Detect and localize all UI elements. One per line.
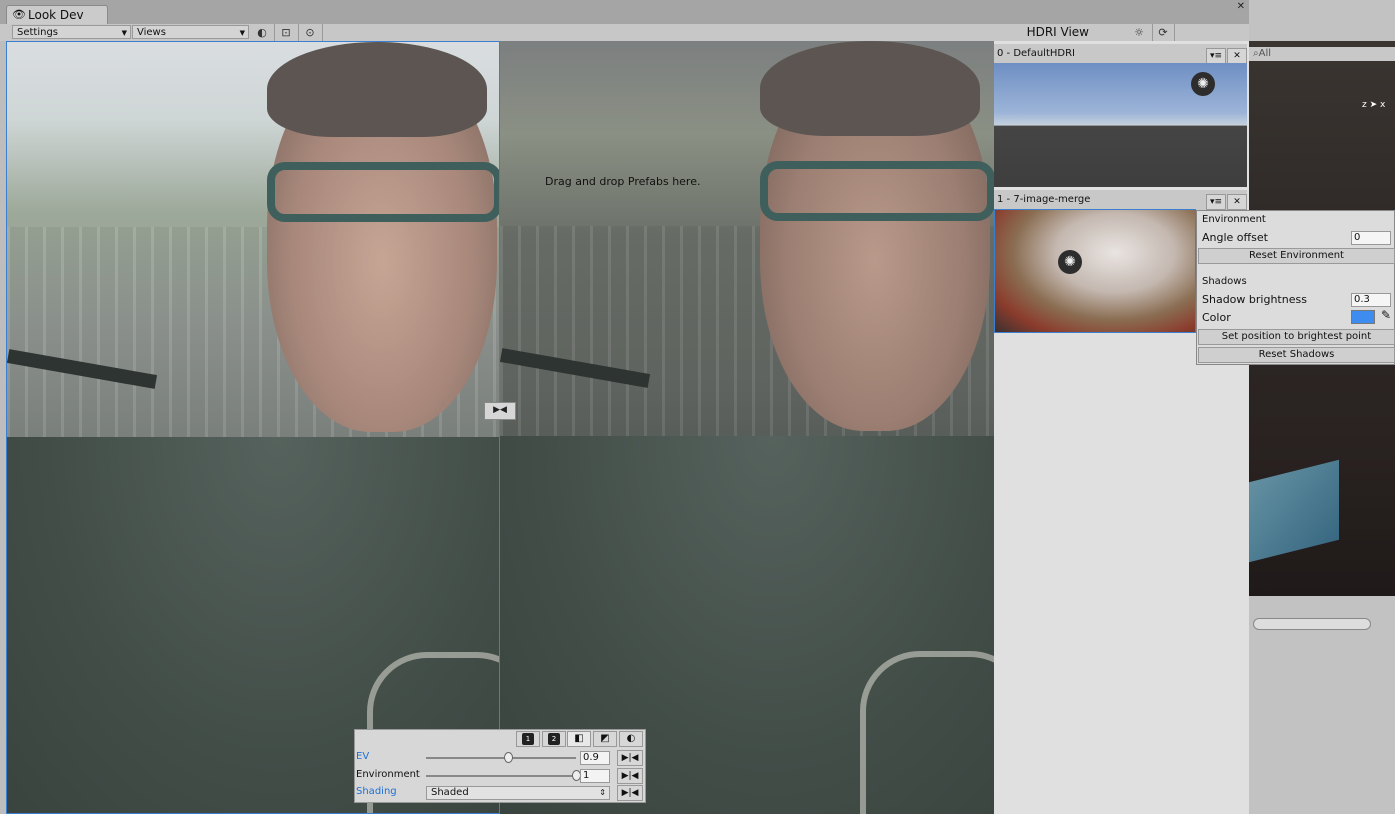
lookdev-control-panel: 1 2 ◧ ◩ ◐ EV 0.9 ▶|◀ Environment 1 ▶|◀ S…: [354, 729, 646, 803]
shading-select-value: Shaded: [431, 787, 469, 798]
window-titlebar: [0, 0, 1249, 25]
scene-plane: [1249, 459, 1339, 563]
hdri-item-title: 1 - 7-image-merge: [997, 194, 1091, 205]
window-close-icon[interactable]: ✕: [1237, 1, 1245, 12]
reset-shadows-button[interactable]: Reset Shadows: [1198, 347, 1395, 363]
shading-mode-icon[interactable]: ◐: [250, 24, 275, 41]
views-dropdown-label: Views: [137, 27, 166, 38]
eye-icon: 👁: [12, 8, 26, 21]
shadow-brightness-label: Shadow brightness: [1202, 293, 1307, 306]
view-2-icon: 2: [548, 733, 560, 745]
hdri-item-header[interactable]: 0 - DefaultHDRI ▾≡ ✕: [994, 44, 1247, 64]
shirt-logo: [860, 651, 994, 814]
ev-label: EV: [356, 751, 370, 762]
view-1-button[interactable]: 1: [516, 731, 540, 747]
angle-offset-field[interactable]: 0: [1351, 231, 1391, 245]
close-icon[interactable]: ✕: [1227, 194, 1247, 210]
eyedropper-icon[interactable]: ✎: [1381, 308, 1391, 322]
sun-icon[interactable]: ✺: [1191, 72, 1215, 96]
reset-view-icon[interactable]: ⊙: [298, 24, 323, 41]
set-position-brightest-button[interactable]: Set position to brightest point: [1198, 329, 1395, 345]
viewport-left[interactable]: [6, 41, 500, 814]
scene-gizmo-icon[interactable]: z ➤ x: [1362, 100, 1385, 110]
updown-arrows-icon: ⇕: [599, 788, 606, 797]
viewport-right[interactable]: Drag and drop Prefabs here.: [500, 41, 994, 814]
chevron-down-icon: ▼: [239, 29, 245, 37]
ev-sync-button[interactable]: ▶|◀: [617, 750, 643, 766]
sun-icon[interactable]: ✺: [1058, 250, 1082, 274]
environment-sync-button[interactable]: ▶|◀: [617, 768, 643, 784]
hdri-list-panel: 0 - DefaultHDRI ▾≡ ✕ ✺ 1 - 7-image-merge …: [994, 41, 1249, 814]
shading-row: Shading Shaded ⇕ ▶|◀: [355, 784, 645, 802]
environment-value-field[interactable]: 1: [580, 769, 610, 783]
split-vertical-icon: ◧: [574, 733, 584, 744]
scene-search-input[interactable]: ⌕All: [1249, 47, 1395, 61]
tab-look-dev[interactable]: 👁 Look Dev: [6, 5, 108, 25]
environment-heading: Environment: [1202, 214, 1266, 225]
ev-row: EV 0.9 ▶|◀: [355, 749, 645, 767]
split-diagonal-button[interactable]: ◩: [593, 731, 617, 747]
ev-value-field[interactable]: 0.9: [580, 751, 610, 765]
split-view-handle[interactable]: ▶◀: [484, 402, 516, 420]
ev-slider-thumb[interactable]: [504, 752, 513, 763]
light-icon[interactable]: ☼: [1126, 24, 1153, 41]
scene-search-placeholder: All: [1258, 48, 1272, 59]
shadow-brightness-field[interactable]: 0.3: [1351, 293, 1391, 307]
shading-sync-button[interactable]: ▶|◀: [617, 785, 643, 801]
chevron-down-icon: ▼: [121, 29, 127, 37]
split-circle-icon: ◐: [626, 733, 636, 744]
hdri-item-title: 0 - DefaultHDRI: [997, 48, 1075, 59]
shadows-heading: Shadows: [1202, 276, 1247, 287]
split-diagonal-icon: ◩: [600, 733, 610, 744]
hdri-thumbnail-default[interactable]: ✺: [994, 63, 1247, 187]
split-vertical-button[interactable]: ◧: [567, 731, 591, 747]
environment-label: Environment: [356, 769, 420, 780]
environment-row: Environment 1 ▶|◀: [355, 767, 645, 785]
close-icon[interactable]: ✕: [1227, 48, 1247, 64]
ev-slider-track[interactable]: [426, 757, 576, 759]
subject-glasses: [760, 161, 994, 221]
hdri-thumbnail-7-image-merge[interactable]: ✺: [994, 209, 1196, 333]
subject-glasses: [267, 162, 499, 222]
hdri-item-header[interactable]: 1 - 7-image-merge ▾≡ ✕: [994, 190, 1247, 210]
hdri-menu-icon[interactable]: ▾≡: [1206, 194, 1226, 210]
view-2-button[interactable]: 2: [542, 731, 566, 747]
split-circle-button[interactable]: ◐: [619, 731, 643, 747]
shading-select[interactable]: Shaded ⇕: [426, 786, 610, 800]
settings-dropdown-label: Settings: [17, 27, 59, 38]
refresh-icon[interactable]: ⟳: [1152, 24, 1175, 41]
frame-icon[interactable]: ⊡: [274, 24, 299, 41]
hdri-view-label[interactable]: HDRI View: [1027, 24, 1089, 41]
subject-hair: [760, 41, 980, 136]
drop-prefabs-hint: Drag and drop Prefabs here.: [545, 175, 701, 188]
view-1-icon: 1: [522, 733, 534, 745]
environment-popup: Environment Angle offset 0 Reset Environ…: [1196, 210, 1395, 365]
reset-environment-button[interactable]: Reset Environment: [1198, 248, 1395, 264]
color-label: Color: [1202, 311, 1231, 324]
shadow-color-swatch[interactable]: [1351, 310, 1375, 324]
tab-title: Look Dev: [28, 8, 84, 22]
toolbar: Settings ▼ Views ▼ ◐ ⊡ ⊙ ☼ ⟳ HDRI View: [0, 24, 1249, 42]
subject-hair: [267, 42, 487, 137]
horizontal-scrollbar[interactable]: [1253, 618, 1371, 630]
shading-label: Shading: [356, 786, 397, 797]
angle-offset-label: Angle offset: [1202, 231, 1268, 244]
environment-slider-track[interactable]: [426, 775, 576, 777]
hdri-menu-icon[interactable]: ▾≡: [1206, 48, 1226, 64]
views-dropdown[interactable]: Views ▼: [132, 25, 249, 39]
settings-dropdown[interactable]: Settings ▼: [12, 25, 131, 39]
